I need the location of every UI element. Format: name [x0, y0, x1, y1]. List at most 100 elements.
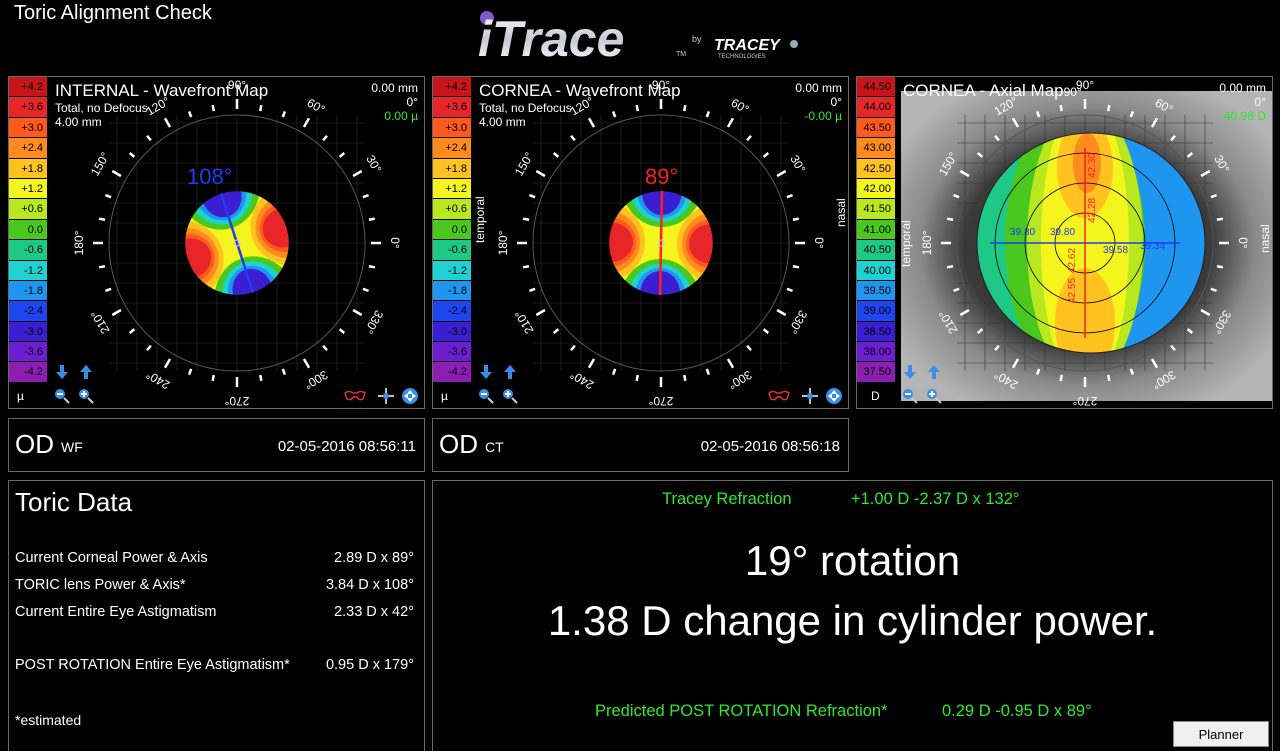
cornea-axial-panel: 0° 30° 60° 90° 120° 150° 180° 210° 240° 270° 300° 3… [856, 76, 1273, 409]
logo-company: TRACEY [714, 37, 781, 54]
exam-type: CT [485, 439, 504, 455]
toric-row-corneal: Current Corneal Power & Axis 2.89 D x 89° [15, 550, 414, 566]
toric-row-lens: TORIC lens Power & Axis* 3.84 D x 108° [15, 577, 414, 593]
dial-tick [776, 169, 787, 178]
dial-tick [726, 117, 735, 128]
dial-tick [946, 217, 954, 221]
offset-readout: 0.00 mm [1219, 81, 1266, 95]
scale-unit: µ [441, 389, 448, 403]
center-target-icon[interactable] [801, 387, 819, 405]
dial-tick [1059, 374, 1063, 382]
dial-tick [259, 104, 263, 112]
dial-tick [211, 104, 215, 112]
glasses-icon[interactable] [767, 387, 791, 405]
dial-label: 270° [648, 394, 673, 408]
dial-tick [683, 104, 687, 112]
dial-tick [1216, 265, 1224, 269]
dial-tick [705, 111, 711, 118]
scale-cell: 44.00 [857, 97, 895, 118]
dial-tick [128, 152, 136, 158]
zoom-in-icon[interactable] [501, 387, 519, 405]
dial-tick [105, 287, 112, 293]
axial-color-scale: 44.50 44.00 43.50 43.00 42.50 42.00 41.50 41.00… [857, 77, 895, 383]
dial-tick [635, 374, 639, 382]
scale-cell: 43.00 [857, 138, 895, 159]
axial-reading: 39.58 [1103, 245, 1128, 256]
arrow-down-icon[interactable] [53, 363, 71, 381]
arrow-up-icon[interactable] [925, 363, 943, 381]
dial-tick [111, 169, 122, 178]
dial-tick [611, 368, 617, 375]
dial-tick [522, 265, 530, 269]
toric-title: Toric Data [15, 487, 133, 517]
dial-label: 210° [88, 308, 113, 337]
dial-tick [352, 169, 363, 178]
scale-cell: 44.50 [857, 77, 895, 98]
zoom-in-icon[interactable] [925, 387, 943, 405]
glasses-icon[interactable] [343, 387, 367, 405]
tracey-refraction-label: Tracey Refraction [662, 490, 792, 508]
dial-tick [1107, 374, 1111, 382]
dial-tick [683, 374, 687, 382]
dial-tick [587, 117, 596, 128]
scale-cell: 38.00 [857, 342, 895, 363]
dial-tick [1059, 104, 1063, 112]
planner-button[interactable]: Planner [1173, 721, 1269, 747]
dial-label: 210° [512, 308, 537, 337]
dial-tick [368, 217, 376, 221]
move-icon[interactable] [401, 387, 419, 405]
dial-tick [338, 328, 346, 334]
dial-tick [146, 344, 152, 352]
arrow-up-icon[interactable] [501, 363, 519, 381]
offset-readout: 0.00 mm [371, 81, 418, 95]
dial-tick [946, 265, 954, 269]
toric-data-panel: Toric Data Current Corneal Power & Axis 2… [8, 480, 425, 751]
dial-tick [587, 358, 596, 369]
dial-tick [338, 152, 346, 158]
scale-cell: 37.50 [857, 362, 895, 383]
scale-cell: 40.50 [857, 240, 895, 261]
zoom-out-icon[interactable] [53, 387, 71, 405]
dial-tick [187, 111, 193, 118]
axial-reading: 42.28 [1087, 198, 1098, 223]
nasal-label: nasal [1258, 224, 1272, 253]
angle-readout: 0° [406, 95, 418, 109]
dial-label: 60° [305, 96, 328, 117]
dial-tick [792, 265, 800, 269]
logo-brand: iTrace [478, 11, 624, 62]
exam-datetime: 02-05-2016 08:56:11 [277, 438, 416, 455]
dial-tick [362, 287, 369, 293]
zoom-in-icon[interactable] [77, 387, 95, 405]
dial-tick [352, 308, 363, 317]
center-target-icon[interactable] [377, 387, 395, 405]
scale-unit: D [871, 389, 880, 403]
dial-tick [786, 287, 793, 293]
move-icon[interactable] [825, 387, 843, 405]
arrow-up-icon[interactable] [77, 363, 95, 381]
dial-tick [322, 344, 328, 352]
panel-title: CORNEA - Wavefront Map [479, 81, 681, 100]
dial-tick [322, 134, 328, 142]
toric-axis-label: 108° [187, 164, 233, 189]
predicted-refraction-label: Predicted POST ROTATION Refraction* [595, 702, 888, 720]
internal-wavefront-panel: +4.2 +3.6 +3.0 +2.4 +1.8 +1.2 +0.6 0.0 -0.6 -1.2-… [8, 76, 425, 409]
arrow-down-icon[interactable] [477, 363, 495, 381]
dial-label: 60° [729, 96, 752, 117]
dial-tick [552, 328, 560, 334]
zoom-out-icon[interactable] [901, 387, 919, 405]
dial-tick [535, 169, 546, 178]
dial-tick [163, 117, 172, 128]
dial-label: 240° [568, 367, 597, 392]
scale-cell: 41.50 [857, 199, 895, 220]
dial-tick [302, 117, 311, 128]
dial-tick [776, 308, 787, 317]
dial-tick [529, 287, 536, 293]
arrow-down-icon[interactable] [901, 363, 919, 381]
dial-tick [535, 308, 546, 317]
scale-cell: 39.50 [857, 280, 895, 302]
dial-label: 0° [812, 237, 826, 249]
dial-tick [281, 111, 287, 118]
axial-reading: 39.80 [1050, 227, 1075, 238]
offset-readout: 0.00 mm [795, 81, 842, 95]
zoom-out-icon[interactable] [477, 387, 495, 405]
